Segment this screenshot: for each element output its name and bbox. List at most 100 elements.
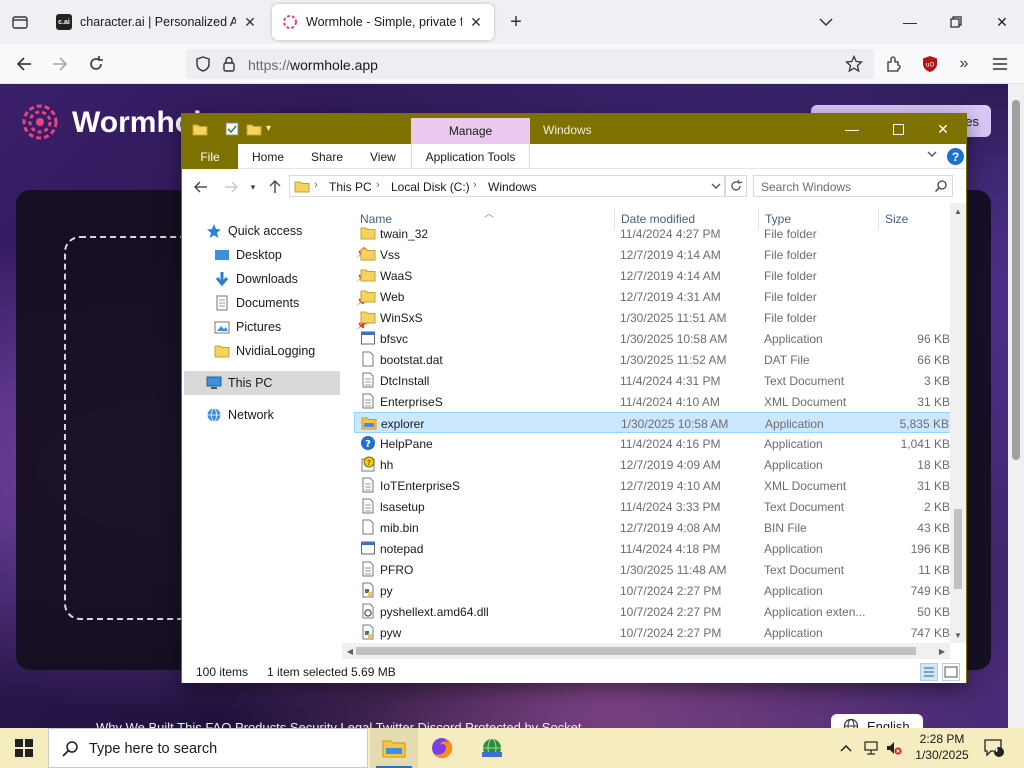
details-view-icon[interactable]	[920, 663, 938, 681]
nav-this-pc[interactable]: This PC	[184, 371, 340, 395]
help-icon[interactable]: ?	[947, 148, 964, 165]
notifications-button[interactable]: 4	[980, 728, 1008, 768]
scroll-up-icon[interactable]: ▲	[950, 203, 966, 219]
taskbar-file-explorer[interactable]	[370, 728, 418, 768]
taskbar-clock[interactable]: 2:28 PM 1/30/2025	[904, 731, 980, 763]
breadcrumb-separator-icon[interactable]: ›	[314, 179, 318, 191]
breadcrumb-windows[interactable]: Windows	[488, 180, 537, 194]
file-row[interactable]: lsasetup 11/4/2024 3:33 PM Text Document 2 …	[354, 496, 954, 517]
tab-share[interactable]: Share	[311, 144, 343, 169]
expand-ribbon-icon[interactable]	[926, 148, 940, 164]
reload-icon[interactable]	[84, 52, 108, 76]
file-row[interactable]: bootstat.dat 1/30/2025 11:52 AM DAT File 66…	[354, 349, 954, 370]
page-scrollbar[interactable]	[1008, 84, 1024, 728]
forward-icon[interactable]	[48, 52, 72, 76]
file-row[interactable]: IoTEnterpriseS 12/7/2019 4:10 AM XML Docum…	[354, 475, 954, 496]
nav-downloads[interactable]: Downloads📌	[214, 267, 368, 291]
close-icon[interactable]: ✕	[920, 114, 966, 144]
new-folder-icon[interactable]	[246, 121, 262, 137]
large-icons-view-icon[interactable]	[942, 663, 960, 681]
bookmark-star-icon[interactable]	[842, 52, 866, 76]
lock-icon[interactable]	[220, 55, 238, 76]
more-tools-chevron-icon[interactable]: »	[952, 52, 976, 76]
url-bar[interactable]: https://wormhole.app	[186, 49, 874, 79]
minimize-icon[interactable]: —	[829, 114, 875, 144]
page-scroll-thumb[interactable]	[1012, 100, 1020, 460]
file-row[interactable]: EnterpriseS 11/4/2024 4:10 AM XML Document…	[354, 391, 954, 412]
nav-network[interactable]: Network	[206, 403, 346, 427]
address-bar[interactable]: › This PC › Local Disk (C:) › Windows	[289, 175, 725, 197]
file-row[interactable]: notepad 11/4/2024 4:18 PM Application 196 K…	[354, 538, 954, 559]
language-button[interactable]: English	[831, 714, 923, 728]
restore-icon[interactable]	[942, 8, 970, 36]
explorer-title-bar[interactable]: ▾ Manage Windows — ✕	[182, 114, 966, 144]
network-status-icon[interactable]	[860, 728, 882, 768]
vertical-scrollbar[interactable]: ▲ ▼	[950, 203, 966, 643]
file-row[interactable]: explorer 1/30/2025 10:58 AM Application 5,8…	[354, 412, 954, 433]
scroll-down-icon[interactable]: ▼	[950, 627, 966, 643]
tab-file[interactable]: File	[182, 144, 238, 169]
up-arrow-icon[interactable]	[266, 178, 284, 196]
extensions-icon[interactable]	[882, 52, 906, 76]
refresh-icon[interactable]	[725, 175, 747, 197]
back-icon[interactable]	[12, 52, 36, 76]
tab-application-tools[interactable]: Application Tools	[411, 144, 530, 169]
breadcrumb-local-disk[interactable]: Local Disk (C:)	[391, 180, 470, 194]
file-row[interactable]: bfsvc 1/30/2025 10:58 AM Application 96 KB	[354, 328, 954, 349]
nav-desktop[interactable]: Desktop📌	[214, 243, 368, 267]
nav-documents[interactable]: Documents📌	[214, 291, 368, 315]
file-row[interactable]: twain_32 11/4/2024 4:27 PM File folder	[354, 223, 954, 244]
search-field[interactable]: Search Windows	[753, 175, 953, 197]
scroll-right-icon[interactable]: ▶	[934, 643, 950, 659]
shield-icon[interactable]	[194, 55, 212, 76]
folder-icon[interactable]	[192, 121, 208, 137]
nav-nvidialogging[interactable]: NvidiaLogging	[214, 339, 346, 363]
minimize-icon[interactable]: —	[896, 8, 924, 36]
tab-list-button[interactable]	[8, 10, 32, 34]
list-all-tabs-icon[interactable]	[812, 8, 840, 36]
file-row[interactable]: WinSxS 1/30/2025 11:51 AM File folder	[354, 307, 954, 328]
recent-locations-icon[interactable]: ▾	[244, 178, 262, 196]
properties-icon[interactable]	[224, 121, 240, 137]
file-row[interactable]: DtcInstall 11/4/2024 4:31 PM Text Document…	[354, 370, 954, 391]
nav-quick-access[interactable]: Quick access	[206, 219, 346, 243]
back-arrow-icon[interactable]	[192, 178, 210, 196]
manage-tab[interactable]: Manage	[411, 118, 530, 144]
address-dropdown-icon[interactable]	[710, 179, 722, 196]
file-row[interactable]: Web 12/7/2019 4:31 AM File folder	[354, 286, 954, 307]
close-window-icon[interactable]: ✕	[988, 8, 1016, 36]
taskbar-firefox[interactable]	[418, 728, 466, 768]
vertical-scroll-thumb[interactable]	[954, 509, 962, 589]
show-hidden-icons-icon[interactable]	[836, 728, 856, 768]
file-row[interactable]: PFRO 1/30/2025 11:48 AM Text Document 11 KB	[354, 559, 954, 580]
maximize-icon[interactable]	[875, 114, 921, 144]
new-tab-button[interactable]: +	[504, 10, 528, 34]
file-row[interactable]: mib.bin 12/7/2019 4:08 AM BIN File 43 KB	[354, 517, 954, 538]
file-row[interactable]: WaaS 12/7/2019 4:14 AM File folder	[354, 265, 954, 286]
file-row[interactable]: ? hh 12/7/2019 4:09 AM Application 18 KB	[354, 454, 954, 475]
breadcrumb-separator-icon[interactable]: ›	[473, 179, 477, 191]
breadcrumb-separator-icon[interactable]: ›	[376, 179, 380, 191]
close-tab-icon[interactable]: ✕	[468, 14, 484, 30]
nav-pictures[interactable]: Pictures 📌	[214, 315, 368, 339]
volume-muted-icon[interactable]	[884, 728, 904, 768]
tab-home[interactable]: Home	[252, 144, 284, 169]
url-text[interactable]: https://wormhole.app	[248, 57, 378, 73]
footer-links[interactable]: Why We Built This FAQ Products Security …	[96, 720, 582, 728]
file-row[interactable]: pyw 10/7/2024 2:27 PM Application 747 KB	[354, 622, 954, 643]
file-row[interactable]: pyshellext.amd64.dll 10/7/2024 2:27 PM App…	[354, 601, 954, 622]
taskbar-search-box[interactable]: Type here to search	[48, 728, 368, 768]
file-row[interactable]: ? HelpPane 11/4/2024 4:16 PM Application 1,0…	[354, 433, 954, 454]
customize-qat-icon[interactable]: ▾	[266, 123, 282, 139]
start-button[interactable]	[0, 728, 48, 768]
close-tab-icon[interactable]: ✕	[242, 14, 258, 30]
breadcrumb-this-pc[interactable]: This PC	[329, 180, 372, 194]
file-row[interactable]: Vss 12/7/2019 4:14 AM File folder	[354, 244, 954, 265]
horizontal-scroll-thumb[interactable]	[356, 647, 916, 655]
tab-view[interactable]: View	[370, 144, 396, 169]
taskbar-network-app[interactable]	[468, 728, 516, 768]
tab-character-ai[interactable]: c.ai character.ai | Personalized AI for …	[46, 4, 268, 40]
ublock-origin-icon[interactable]: uO	[918, 52, 942, 76]
file-row[interactable]: py 10/7/2024 2:27 PM Application 749 KB	[354, 580, 954, 601]
tab-wormhole[interactable]: Wormhole - Simple, private file sharing …	[272, 4, 494, 40]
